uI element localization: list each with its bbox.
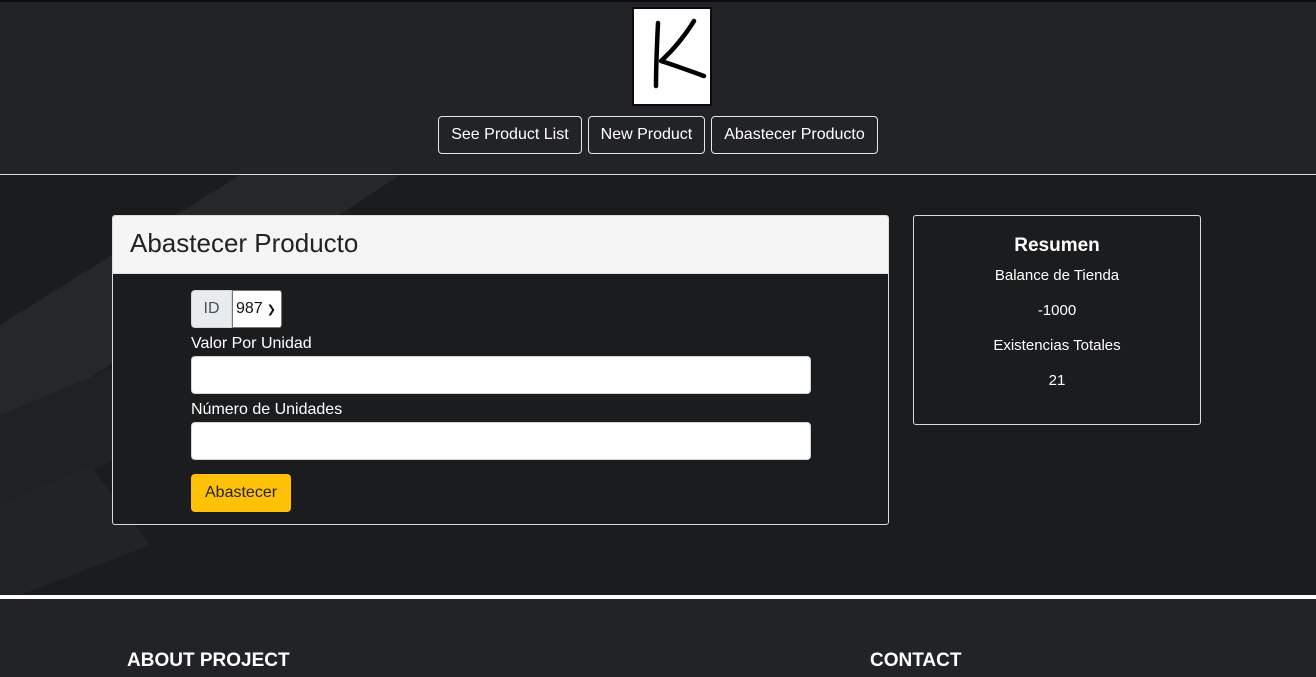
unidades-input[interactable] [191,422,811,460]
summary-card: Resumen Balance de Tienda -1000 Existenc… [913,215,1201,425]
chevron-down-icon: ❯ [266,303,276,316]
form-body: ID 987 ❯ Valor Por Unidad Número de Unid… [113,274,888,524]
main-content: Abastecer Producto ID 987 ❯ Valor Por Un… [0,175,1316,595]
abastecer-producto-button[interactable]: Abastecer Producto [711,116,878,154]
existencias-value: 21 [1048,372,1066,389]
unidades-label: Número de Unidades [191,401,343,418]
logo-k-icon [653,18,707,89]
id-label: ID [191,290,232,328]
existencias-label: Existencias Totales [993,337,1121,354]
about-project-heading: ABOUT PROJECT [127,650,290,671]
id-selected-value: 987 [236,300,263,317]
abastecer-button[interactable]: Abastecer [191,474,292,512]
id-input-group: ID 987 ❯ [191,290,810,328]
id-select[interactable]: 987 ❯ [232,290,282,328]
site-footer: ABOUT PROJECT CONTACT [0,599,1316,677]
site-header: See Product List New Product Abastecer P… [0,2,1316,174]
contact-heading: CONTACT [870,650,962,671]
summary-title: Resumen [1014,235,1100,256]
balance-label: Balance de Tienda [994,267,1120,284]
new-product-button[interactable]: New Product [587,116,706,154]
form-title: Abastecer Producto [113,216,888,274]
main-nav: See Product List New Product Abastecer P… [0,116,1316,154]
valor-input[interactable] [191,356,811,394]
abastecer-form-card: Abastecer Producto ID 987 ❯ Valor Por Un… [112,215,889,525]
logo[interactable] [632,7,712,106]
valor-label: Valor Por Unidad [191,335,312,352]
balance-value: -1000 [1037,302,1077,319]
see-product-list-button[interactable]: See Product List [438,116,582,154]
